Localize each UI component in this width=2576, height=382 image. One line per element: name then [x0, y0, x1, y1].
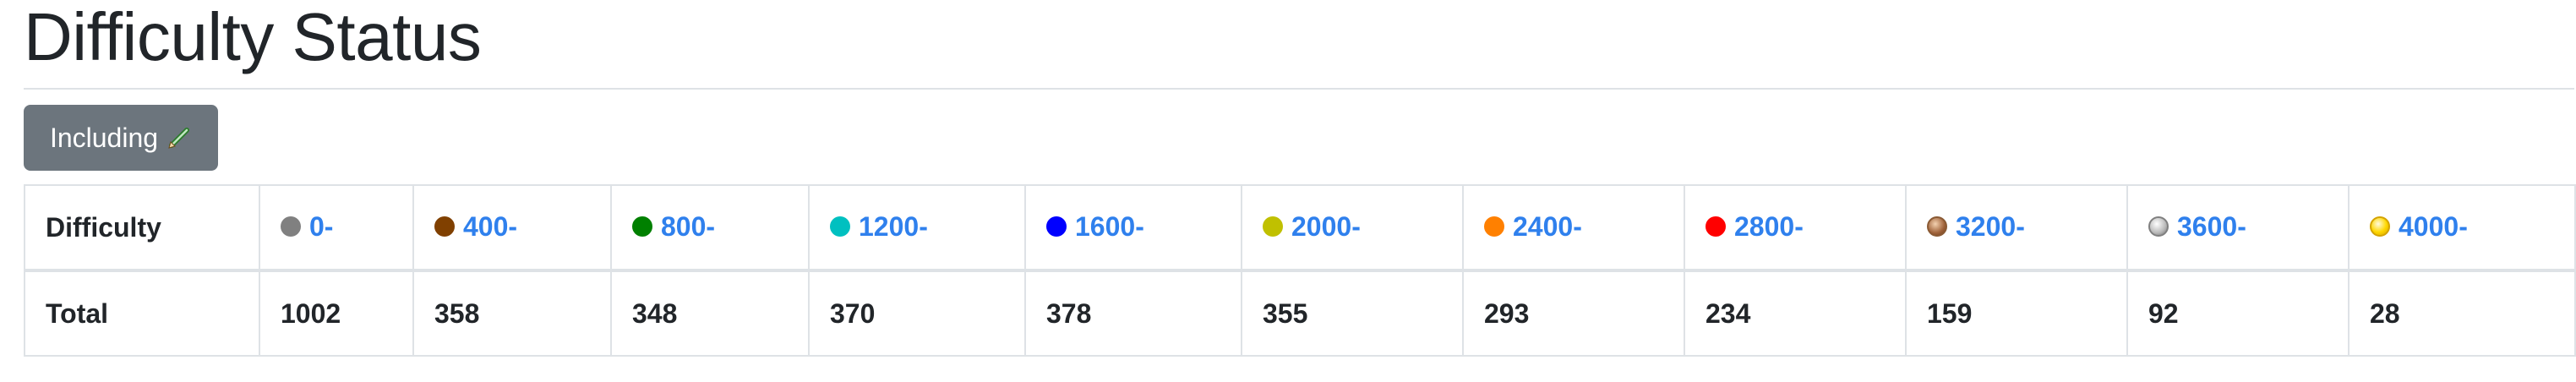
total-count-cell: 293: [1462, 270, 1685, 357]
difficulty-header-cell: 1200-: [808, 184, 1026, 272]
difficulty-color-dot-icon: [1706, 216, 1726, 237]
difficulty-header-row: Difficulty 0- 400- 800- 1200- 1600- 2000- 2400…: [24, 184, 2576, 272]
difficulty-label: 2800-: [1734, 210, 1804, 242]
page-title: Difficulty Status: [24, 0, 482, 74]
pencil-icon: [168, 128, 190, 149]
difficulty-color-dot-icon: [281, 216, 301, 237]
total-count-cell: 348: [610, 270, 810, 357]
difficulty-label: 3200-: [1956, 210, 2025, 242]
difficulty-label: 4000-: [2399, 210, 2468, 242]
difficulty-label: 2400-: [1513, 210, 1582, 242]
difficulty-header-cell: 0-: [259, 184, 414, 272]
difficulty-link-800[interactable]: 800-: [632, 211, 715, 243]
difficulty-link-1600[interactable]: 1600-: [1046, 211, 1144, 243]
difficulty-color-dot-icon: [1046, 216, 1067, 237]
difficulty-color-dot-icon: [434, 216, 455, 237]
difficulty-link-0[interactable]: 0-: [281, 211, 333, 243]
difficulty-header-cell: 2400-: [1462, 184, 1685, 272]
page: Difficulty Status Including Difficulty 0…: [0, 0, 2576, 382]
difficulty-link-2400[interactable]: 2400-: [1484, 211, 1582, 243]
including-toggle-button[interactable]: Including: [24, 105, 218, 171]
difficulty-label: 3600-: [2177, 210, 2246, 242]
difficulty-table: Difficulty 0- 400- 800- 1200- 1600- 2000- 2400…: [24, 184, 2576, 357]
difficulty-color-dot-icon: [1927, 216, 1947, 237]
difficulty-label: 0-: [309, 210, 334, 242]
total-count-cell: 378: [1024, 270, 1242, 357]
total-count-cell: 1002: [259, 270, 414, 357]
difficulty-link-1200[interactable]: 1200-: [830, 211, 928, 243]
total-row: Total 1002 358 348 370 378 355 293 234 159 92 28: [24, 270, 2576, 357]
difficulty-color-dot-icon: [1263, 216, 1283, 237]
difficulty-label: 1600-: [1075, 210, 1144, 242]
total-count-cell: 370: [808, 270, 1026, 357]
difficulty-label: 2000-: [1291, 210, 1361, 242]
difficulty-header-cell: 400-: [412, 184, 612, 272]
total-count-cell: 92: [2126, 270, 2350, 357]
difficulty-color-dot-icon: [2148, 216, 2169, 237]
including-toggle-label: Including: [49, 122, 159, 153]
difficulty-header-cell: 800-: [610, 184, 810, 272]
difficulty-header-cell: 2000-: [1241, 184, 1464, 272]
difficulty-link-3600[interactable]: 3600-: [2148, 211, 2246, 243]
difficulty-label: 400-: [463, 210, 518, 242]
difficulty-header-cell: 1600-: [1024, 184, 1242, 272]
difficulty-color-dot-icon: [2370, 216, 2390, 237]
difficulty-label: 1200-: [859, 210, 928, 242]
difficulty-color-dot-icon: [830, 216, 850, 237]
difficulty-color-dot-icon: [632, 216, 652, 237]
total-row-label: Total: [24, 270, 260, 357]
difficulty-link-4000[interactable]: 4000-: [2370, 211, 2468, 243]
difficulty-link-2000[interactable]: 2000-: [1263, 211, 1361, 243]
difficulty-header-label: Difficulty: [24, 184, 260, 272]
difficulty-link-2800[interactable]: 2800-: [1706, 211, 1804, 243]
difficulty-link-400[interactable]: 400-: [434, 211, 517, 243]
total-count-cell: 358: [412, 270, 612, 357]
title-divider: [24, 88, 2574, 90]
total-count-cell: 159: [1905, 270, 2128, 357]
difficulty-header-cell: 3200-: [1905, 184, 2128, 272]
difficulty-link-3200[interactable]: 3200-: [1927, 211, 2025, 243]
total-count-cell: 234: [1684, 270, 1907, 357]
total-count-cell: 28: [2348, 270, 2576, 357]
difficulty-header-cell: 2800-: [1684, 184, 1907, 272]
difficulty-label: 800-: [661, 210, 716, 242]
difficulty-color-dot-icon: [1484, 216, 1504, 237]
total-count-cell: 355: [1241, 270, 1464, 357]
difficulty-header-cell: 4000-: [2348, 184, 2576, 272]
difficulty-header-cell: 3600-: [2126, 184, 2350, 272]
